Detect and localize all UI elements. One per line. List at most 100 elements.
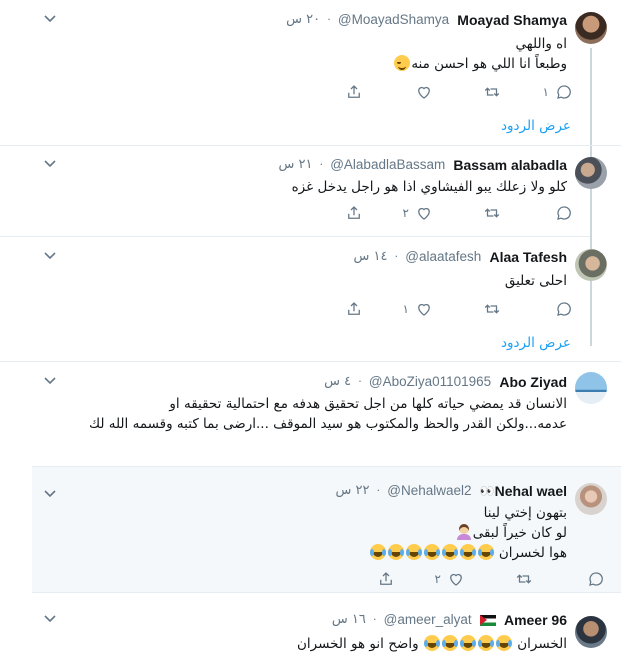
tweet-4[interactable]: Abo Ziyad @AboZiya01101965 · ٤ س الانسان…: [0, 372, 621, 464]
laughing-icon: [495, 635, 512, 651]
laughing-icon: [441, 544, 458, 560]
author-name[interactable]: Ameer 96: [504, 610, 567, 630]
tweet-line: احلى تعليق: [504, 273, 567, 289]
tweet-actions: ١: [33, 299, 573, 319]
like-count: ١: [402, 302, 409, 316]
tweet-header: Abo Ziyad @AboZiya01101965 · ٤ س: [324, 372, 567, 392]
share-icon: [348, 85, 360, 98]
reply-icon: [589, 572, 603, 586]
avatar[interactable]: [575, 12, 607, 44]
tweet-actions: ٢: [33, 203, 573, 223]
relieved-face-icon: [394, 55, 411, 71]
retweet-button[interactable]: [515, 569, 533, 589]
share-button[interactable]: [377, 569, 395, 589]
reply-button[interactable]: [555, 203, 573, 223]
avatar[interactable]: [575, 157, 607, 189]
tweet-line: الخسران: [517, 636, 567, 652]
avatar[interactable]: [575, 483, 607, 515]
tweet-header: Nehal wael👀 @Nehalwael2 · ٢٢ س: [336, 481, 567, 501]
laughing-icon: [477, 635, 494, 651]
tweet-text: احلى تعليق: [56, 271, 567, 291]
author-handle[interactable]: @AboZiya01101965: [369, 372, 491, 392]
avatar[interactable]: [575, 249, 607, 281]
laughing-emoji-group: [369, 544, 495, 561]
tweet-5[interactable]: Nehal wael👀 @Nehalwael2 · ٢٢ س بتهون إخت…: [32, 466, 621, 593]
reply-button[interactable]: [587, 569, 605, 589]
timestamp[interactable]: ١٦ س: [332, 610, 366, 630]
like-button[interactable]: [415, 82, 433, 102]
tweet-2[interactable]: Bassam alabadla @AlabadlaBassam · ٢١ س ك…: [0, 155, 621, 235]
chevron-down-icon[interactable]: [42, 10, 58, 26]
author-handle[interactable]: @ameer_alyat: [384, 610, 472, 630]
reply-button[interactable]: [555, 299, 573, 319]
chevron-down-icon[interactable]: [42, 485, 58, 501]
laughing-icon: [369, 544, 386, 560]
tweet-actions: ١: [33, 82, 573, 102]
tweet-line: الانسان قد يمضي حياته كلها من اجل تحقيق …: [169, 396, 567, 412]
woman-gesturing-icon: [456, 524, 472, 540]
like-button[interactable]: ٢: [435, 569, 465, 589]
timestamp[interactable]: ١٤ س: [354, 247, 388, 267]
tweet-6[interactable]: Ameer 96 @ameer_alyat · ١٦ س الخسران واض…: [0, 610, 621, 662]
tweet-line: بتهون إختي لينا: [483, 505, 567, 521]
retweet-button[interactable]: [483, 203, 501, 223]
laughing-icon: [387, 544, 404, 560]
author-name[interactable]: Moayad Shamya: [457, 10, 567, 30]
tweet-header: Bassam alabadla @AlabadlaBassam · ٢١ س: [278, 155, 567, 175]
tweet-text: كلو ولا زعلك يبو الفيشاوي اذا هو راجل يد…: [56, 177, 567, 197]
tweet-header: Ameer 96 @ameer_alyat · ١٦ س: [332, 610, 567, 630]
reply-icon: [557, 206, 571, 220]
separator-dot: ·: [376, 484, 381, 497]
chevron-down-icon[interactable]: [42, 372, 58, 388]
share-button[interactable]: [345, 203, 363, 223]
tweet-text: الانسان قد يمضي حياته كلها من اجل تحقيق …: [40, 394, 567, 434]
laughing-icon: [423, 544, 440, 560]
avatar[interactable]: [575, 372, 607, 404]
share-icon: [348, 302, 360, 315]
chevron-down-icon[interactable]: [42, 247, 58, 263]
tweet-3[interactable]: Alaa Tafesh @alaatafesh · ١٤ س احلى تعلي…: [0, 247, 621, 357]
avatar[interactable]: [575, 616, 607, 648]
like-button[interactable]: ٢: [403, 203, 433, 223]
timestamp[interactable]: ٢٢ س: [336, 481, 370, 501]
author-handle[interactable]: @Nehalwael2: [387, 481, 471, 501]
reply-count: ١: [542, 85, 549, 99]
author-handle[interactable]: @alaatafesh: [405, 247, 481, 267]
laughing-icon: [423, 635, 440, 651]
tweet-line: وطبعاً انا اللي هو احسن منه: [411, 56, 567, 72]
palestine-flag-icon: [479, 615, 496, 626]
chevron-down-icon[interactable]: [42, 610, 58, 626]
eyes-emoji: 👀: [479, 484, 495, 498]
author-name[interactable]: Abo Ziyad: [499, 372, 567, 392]
heart-icon: [418, 207, 430, 220]
author-handle[interactable]: @AlabadlaBassam: [330, 155, 445, 175]
tweet-line: هوا لخسران: [498, 545, 567, 561]
author-name[interactable]: Nehal wael: [495, 481, 567, 501]
show-replies-link[interactable]: عرض الردود: [501, 118, 571, 134]
reply-icon: [557, 85, 571, 99]
share-button[interactable]: [345, 299, 363, 319]
tweet-line: واضح انو هو الخسران: [297, 636, 419, 652]
retweet-icon: [484, 304, 500, 314]
separator-dot: ·: [394, 250, 399, 263]
like-button[interactable]: ١: [403, 299, 433, 319]
author-name[interactable]: Bassam alabadla: [453, 155, 567, 175]
divider: [0, 145, 621, 146]
author-name[interactable]: Alaa Tafesh: [489, 247, 567, 267]
timestamp[interactable]: ٤ س: [324, 372, 351, 392]
separator-dot: ·: [327, 13, 331, 26]
show-replies-link[interactable]: عرض الردود: [501, 335, 571, 351]
tweet-text: الخسران واضح انو هو الخسران: [56, 634, 567, 654]
divider: [0, 236, 590, 237]
chevron-down-icon[interactable]: [42, 155, 58, 171]
tweet-1[interactable]: Moayad Shamya @MoayadShamya · ٢٠ س اه وا…: [0, 10, 621, 140]
retweet-button[interactable]: [483, 82, 501, 102]
author-handle[interactable]: @MoayadShamya: [338, 10, 449, 30]
share-button[interactable]: [345, 82, 363, 102]
timestamp[interactable]: ٢١ س: [278, 155, 312, 175]
like-count: ٢: [402, 206, 409, 220]
reply-button[interactable]: ١: [543, 82, 573, 102]
retweet-button[interactable]: [483, 299, 501, 319]
tweet-actions: ٢: [65, 569, 605, 589]
timestamp[interactable]: ٢٠ س: [286, 10, 320, 30]
